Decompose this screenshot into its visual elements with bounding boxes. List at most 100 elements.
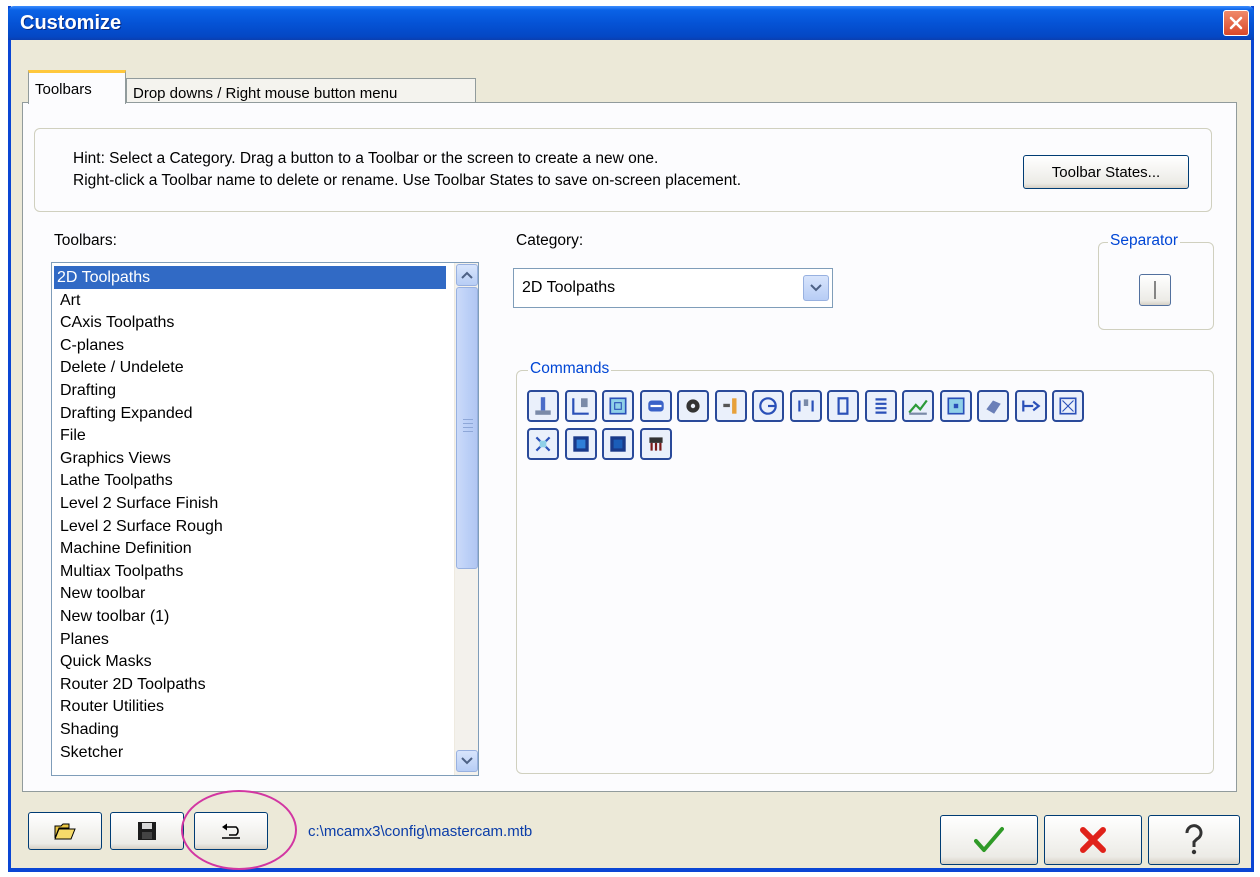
category-label: Category: bbox=[516, 232, 584, 249]
open-button[interactable] bbox=[28, 812, 102, 850]
command-circle-mill-button[interactable] bbox=[752, 390, 784, 422]
scroll-thumb[interactable] bbox=[456, 287, 478, 569]
list-item[interactable]: Quick Masks bbox=[57, 650, 156, 673]
list-item[interactable]: 2D Toolpaths bbox=[54, 266, 446, 289]
hint-line-1: Hint: Select a Category. Drag a button t… bbox=[73, 150, 659, 167]
separator-label: Separator bbox=[1108, 232, 1181, 250]
scroll-up-button[interactable] bbox=[456, 264, 478, 286]
command-solid-button[interactable] bbox=[977, 390, 1009, 422]
list-item[interactable]: Drafting Expanded bbox=[57, 402, 197, 425]
list-item[interactable]: C-planes bbox=[57, 334, 128, 357]
save-button[interactable] bbox=[110, 812, 184, 850]
bracket-icon bbox=[837, 397, 849, 415]
trim-extend-icon bbox=[1021, 400, 1040, 412]
category-dropdown-button[interactable] bbox=[803, 275, 829, 301]
pocket-island-icon bbox=[946, 397, 965, 415]
contour-icon bbox=[571, 398, 589, 415]
solid-icon bbox=[986, 400, 1001, 414]
slot-icon bbox=[647, 400, 664, 412]
command-gear-button[interactable] bbox=[677, 390, 709, 422]
config-path: c:\mcamx3\config\mastercam.mtb bbox=[308, 823, 533, 840]
window-title: Customize bbox=[20, 12, 122, 34]
command-engrave-button[interactable] bbox=[527, 428, 559, 460]
reset-button[interactable] bbox=[194, 812, 268, 850]
list-item[interactable]: Shading bbox=[57, 718, 123, 741]
command-thread-mill-button[interactable] bbox=[864, 390, 897, 422]
tab-toolbars[interactable]: Toolbars bbox=[28, 70, 126, 104]
list-item[interactable]: New toolbar (1) bbox=[57, 605, 173, 628]
command-bracket-button[interactable] bbox=[827, 390, 859, 422]
toolbar-states-button[interactable]: Toolbar States... bbox=[1023, 155, 1189, 189]
block-icon bbox=[572, 436, 589, 452]
thread-mill-icon bbox=[875, 398, 886, 414]
ok-button[interactable] bbox=[940, 815, 1038, 865]
open-folder-icon bbox=[54, 823, 76, 840]
commands-label: Commands bbox=[528, 360, 612, 378]
command-pocket-button[interactable] bbox=[602, 390, 634, 422]
toolbar-states-label: Toolbar States... bbox=[1051, 163, 1161, 181]
command-trim-extend-button[interactable] bbox=[1014, 390, 1047, 422]
help-icon bbox=[1185, 824, 1203, 855]
cancel-x-icon bbox=[1080, 827, 1106, 853]
tab-toolbars-label: Toolbars bbox=[35, 81, 92, 98]
category-value: 2D Toolpaths bbox=[522, 279, 616, 296]
close-button[interactable] bbox=[1223, 10, 1249, 36]
list-item[interactable]: Machine Definition bbox=[57, 537, 196, 560]
chain-icon bbox=[1059, 397, 1077, 415]
undo-icon bbox=[222, 823, 240, 839]
command-surface-toolpath-button[interactable] bbox=[902, 390, 934, 422]
drill-icon bbox=[722, 398, 736, 414]
list-item[interactable]: File bbox=[57, 424, 90, 447]
command-block-alt-button[interactable] bbox=[602, 428, 634, 460]
toolbars-list-label: Toolbars: bbox=[54, 232, 117, 249]
list-item[interactable]: Level 2 Surface Finish bbox=[57, 492, 222, 515]
list-item[interactable]: Multiax Toolpaths bbox=[57, 560, 187, 583]
command-transform-button[interactable] bbox=[789, 390, 822, 422]
gear-icon bbox=[686, 399, 700, 413]
tab-drop-downs[interactable]: Drop downs / Right mouse button menu bbox=[126, 78, 476, 104]
list-item[interactable]: Planes bbox=[57, 628, 113, 651]
command-slot-button[interactable] bbox=[639, 390, 672, 422]
list-item[interactable]: Router Utilities bbox=[57, 695, 168, 718]
separator-button[interactable] bbox=[1139, 274, 1171, 306]
scroll-down-button[interactable] bbox=[456, 750, 478, 772]
surface-toolpath-icon bbox=[908, 399, 928, 415]
tab-drop-downs-label: Drop downs / Right mouse button menu bbox=[133, 85, 398, 102]
chevron-up-icon bbox=[461, 271, 473, 279]
checkmark-icon bbox=[974, 827, 1004, 852]
list-item[interactable]: CAxis Toolpaths bbox=[57, 311, 178, 334]
category-select[interactable]: 2D Toolpaths bbox=[513, 268, 833, 308]
separator-icon bbox=[1154, 281, 1156, 299]
toolbars-list[interactable]: 2D Toolpaths Art CAxis Toolpaths C-planes De… bbox=[51, 262, 479, 776]
command-facing-button[interactable] bbox=[527, 390, 559, 422]
block-alt-icon bbox=[610, 436, 626, 452]
command-pocket-island-button[interactable] bbox=[939, 390, 972, 422]
list-item[interactable]: Lathe Toolpaths bbox=[57, 469, 177, 492]
pocket-icon bbox=[609, 397, 627, 415]
list-item[interactable]: Level 2 Surface Rough bbox=[57, 515, 227, 538]
tool-manager-icon bbox=[648, 437, 663, 451]
chevron-down-icon bbox=[461, 757, 473, 765]
transform-icon bbox=[797, 399, 814, 412]
list-item[interactable]: Sketcher bbox=[57, 741, 127, 764]
command-contour-button[interactable] bbox=[564, 390, 597, 422]
command-chain-button[interactable] bbox=[1052, 390, 1084, 422]
circle-mill-icon bbox=[759, 397, 777, 415]
cancel-button[interactable] bbox=[1044, 815, 1142, 865]
hint-line-2: Right-click a Toolbar name to delete or … bbox=[73, 172, 741, 189]
list-item[interactable]: Router 2D Toolpaths bbox=[57, 673, 210, 696]
title-bar[interactable]: Customize bbox=[8, 6, 1254, 40]
chevron-down-icon bbox=[810, 284, 822, 292]
command-block-button[interactable] bbox=[564, 428, 597, 460]
close-icon bbox=[1229, 16, 1243, 30]
command-tool-manager-button[interactable] bbox=[639, 428, 672, 460]
list-item[interactable]: Delete / Undelete bbox=[57, 356, 188, 379]
list-item[interactable]: New toolbar bbox=[57, 582, 149, 605]
list-item[interactable]: Graphics Views bbox=[57, 447, 175, 470]
help-button[interactable] bbox=[1148, 815, 1240, 865]
list-item[interactable]: Drafting bbox=[57, 379, 120, 402]
list-item[interactable]: Art bbox=[57, 289, 84, 312]
command-drill-button[interactable] bbox=[714, 390, 747, 422]
save-icon bbox=[138, 822, 156, 840]
toolbars-scrollbar[interactable] bbox=[454, 263, 478, 775]
